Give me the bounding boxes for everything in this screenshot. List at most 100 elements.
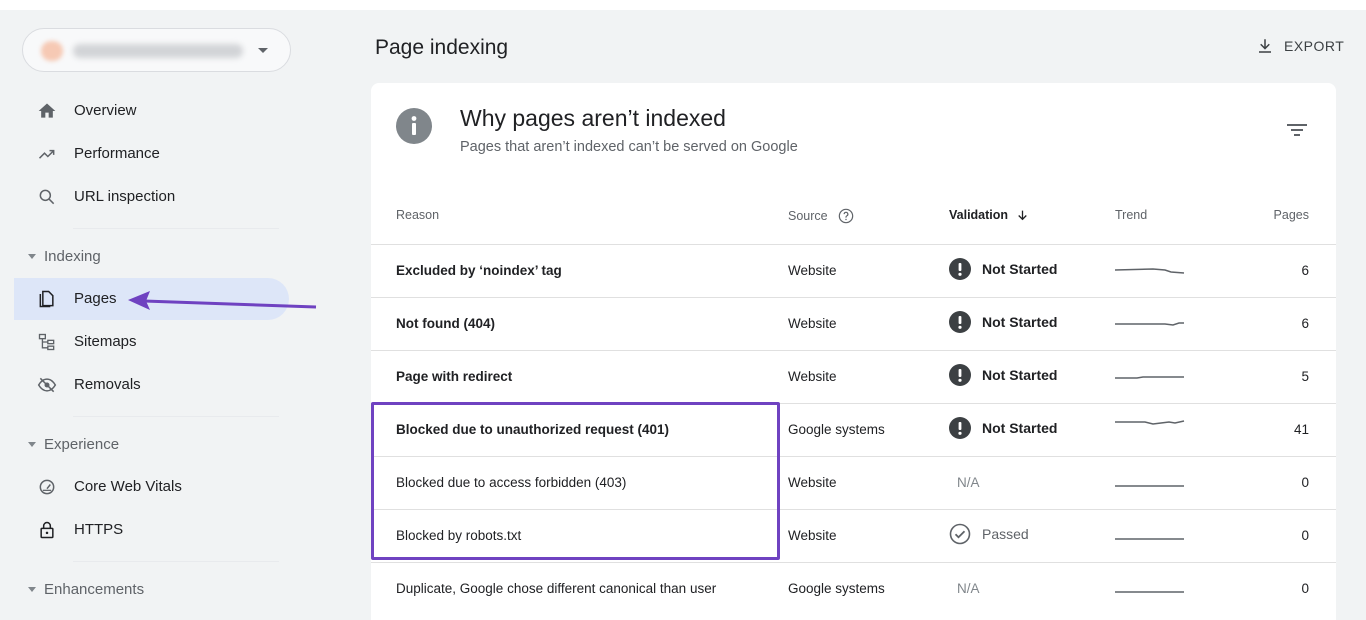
search-icon (39, 189, 55, 205)
sidebar-item-sitemaps[interactable]: Sitemaps (14, 321, 289, 363)
sidebar-item-label: Overview (74, 102, 137, 119)
sidebar-item-label: Core Web Vitals (74, 478, 182, 495)
validation-cell: Not Started (949, 417, 1057, 439)
trend-sparkline (1115, 322, 1184, 326)
property-name-redacted (73, 44, 243, 58)
sidebar-item-removals[interactable]: Removals (14, 364, 289, 406)
help-icon[interactable] (838, 208, 854, 224)
sidebar-item-overview[interactable]: Overview (14, 90, 289, 132)
trend-sparkline (1115, 420, 1185, 425)
column-header-validation[interactable]: Validation (949, 208, 1029, 222)
export-label: EXPORT (1284, 38, 1345, 54)
collapse-caret-icon (28, 587, 36, 592)
source-cell: Website (788, 263, 837, 278)
exclamation-icon (949, 311, 971, 333)
annotation-arrow (128, 291, 317, 310)
reason-cell: Not found (404) (396, 316, 495, 331)
property-selector[interactable] (22, 28, 291, 72)
reason-cell: Blocked due to access forbidden (403) (396, 475, 627, 490)
pages-count: 6 (1301, 316, 1309, 331)
sidebar-item-core-web-vitals[interactable]: Core Web Vitals (14, 466, 289, 508)
trend-sparkline (1115, 591, 1184, 593)
column-header-label: Validation (949, 208, 1009, 222)
validation-status: Not Started (982, 261, 1058, 277)
column-header-pages[interactable]: Pages (1274, 208, 1309, 222)
trend-sparkline (1115, 538, 1184, 540)
dropdown-caret-icon (258, 48, 268, 53)
validation-status: N/A (957, 581, 980, 596)
exclamation-icon (949, 258, 971, 280)
pages-count: 0 (1301, 528, 1309, 543)
source-cell: Google systems (788, 581, 885, 596)
reason-cell: Page with redirect (396, 369, 513, 384)
table-row[interactable]: Excluded by ‘noindex’ tag Website Not St… (371, 244, 1336, 297)
sidebar-divider (73, 416, 279, 417)
table-row[interactable]: Blocked due to unauthorized request (401… (371, 403, 1336, 456)
validation-cell: Not Started (949, 311, 1057, 333)
card-title: Why pages aren’t indexed (460, 105, 726, 131)
source-cell: Website (788, 316, 837, 331)
sidebar-item-label: URL inspection (74, 188, 176, 205)
section-label: Enhancements (44, 581, 145, 598)
collapse-caret-icon (28, 254, 36, 259)
filter-icon[interactable] (1286, 121, 1308, 139)
reason-cell: Blocked by robots.txt (396, 528, 522, 543)
card-subtitle: Pages that aren’t indexed can’t be serve… (460, 139, 798, 155)
sidebar-item-https[interactable]: HTTPS (14, 509, 289, 551)
pages-count: 5 (1301, 369, 1309, 384)
column-header-trend[interactable]: Trend (1115, 208, 1147, 222)
section-label: Indexing (44, 248, 101, 265)
exclamation-icon (949, 417, 971, 439)
source-cell: Google systems (788, 422, 885, 437)
home-icon (38, 103, 56, 118)
sidebar-item-label: Performance (74, 145, 160, 162)
validation-status: Not Started (982, 314, 1058, 330)
table-row[interactable]: Not found (404) Website Not Started 6 (371, 297, 1336, 350)
reason-cell: Excluded by ‘noindex’ tag (396, 263, 562, 278)
column-header-source[interactable]: Source (788, 208, 854, 224)
table-row[interactable]: Blocked due to access forbidden (403) We… (371, 456, 1336, 509)
table-row[interactable]: Blocked by robots.txt Website Passed 0 (371, 509, 1336, 562)
section-label: Experience (44, 436, 120, 453)
table-row[interactable]: Page with redirect Website Not Started 5 (371, 350, 1336, 403)
source-cell: Website (788, 528, 837, 543)
trending-up-icon (38, 149, 55, 159)
check-circle-icon (949, 523, 971, 545)
reason-cell: Blocked due to unauthorized request (401… (396, 422, 670, 437)
sidebar-item-performance[interactable]: Performance (14, 133, 289, 175)
section-experience[interactable]: Experience (28, 436, 119, 453)
collapse-caret-icon (28, 442, 36, 447)
sitemap-icon (38, 333, 55, 351)
why-not-indexed-card: Why pages aren’t indexed Pages that aren… (371, 83, 1336, 620)
validation-cell: Not Started (949, 364, 1057, 386)
sidebar: Overview Performance URL inspection Inde… (0, 10, 352, 620)
sidebar-divider (73, 561, 279, 562)
source-cell: Website (788, 369, 837, 384)
column-header-label: Source (788, 209, 828, 223)
table-row[interactable]: Duplicate, Google chose different canoni… (371, 562, 1336, 615)
source-cell: Website (788, 475, 837, 490)
section-enhancements[interactable]: Enhancements (28, 581, 144, 598)
sidebar-item-url-inspection[interactable]: URL inspection (14, 176, 289, 218)
trend-sparkline (1115, 485, 1184, 487)
lock-icon (40, 521, 54, 539)
section-indexing[interactable]: Indexing (28, 248, 101, 265)
pages-count: 0 (1301, 581, 1309, 596)
sidebar-item-label: HTTPS (74, 521, 124, 538)
exclamation-icon (949, 364, 971, 386)
trend-sparkline (1115, 376, 1184, 379)
pages-count: 6 (1301, 263, 1309, 278)
validation-cell: Not Started (949, 258, 1057, 280)
sidebar-item-label: Sitemaps (74, 333, 137, 350)
export-button[interactable]: EXPORT (1256, 37, 1344, 55)
sidebar-item-label: Pages (74, 290, 117, 307)
sort-descending-icon (1018, 210, 1027, 220)
gauge-icon (39, 479, 55, 495)
column-header-reason[interactable]: Reason (396, 208, 439, 222)
reason-cell: Duplicate, Google chose different canoni… (396, 581, 717, 596)
page-title: Page indexing (375, 36, 509, 59)
eye-off-icon (37, 377, 57, 393)
sidebar-divider (73, 228, 279, 229)
top-strip (0, 0, 1366, 10)
validation-status: Not Started (982, 420, 1058, 436)
